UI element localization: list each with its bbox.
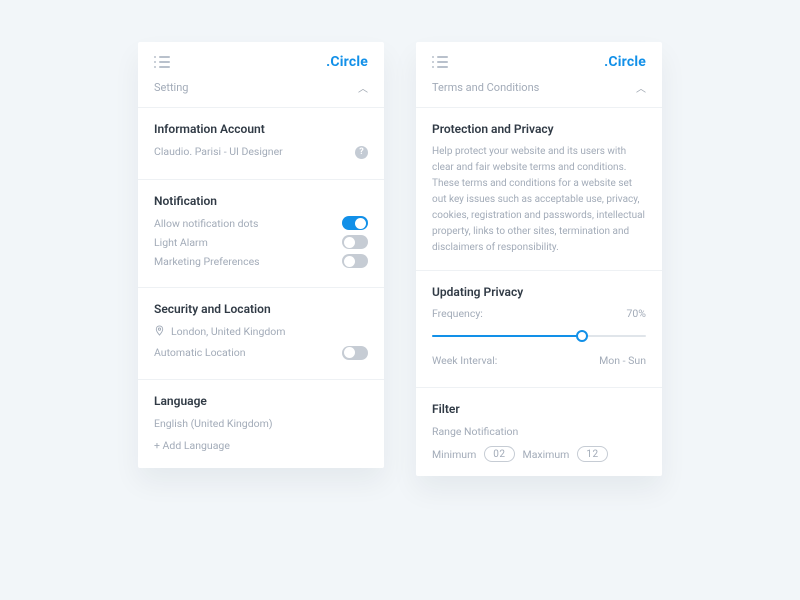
- toggle-auto-location[interactable]: [342, 346, 368, 360]
- notif-row-marketing: Marketing Preferences: [154, 254, 368, 268]
- section-notification: Notification Allow notification dots Lig…: [138, 180, 384, 288]
- toggle-label: Automatic Location: [154, 346, 246, 359]
- location-row: London, United Kingdom: [154, 324, 368, 340]
- minimum-label: Minimum: [432, 448, 476, 461]
- protection-body: Help protect your website and its users …: [432, 144, 646, 256]
- collapse-icon[interactable]: ︿: [636, 80, 646, 95]
- slider-thumb[interactable]: [576, 330, 588, 342]
- section-heading: Protection and Privacy: [432, 122, 646, 136]
- help-icon[interactable]: ?: [355, 146, 368, 159]
- toggle-label: Allow notification dots: [154, 217, 258, 230]
- menu-icon[interactable]: [432, 56, 448, 68]
- terms-card: .Circle Terms and Conditions ︿ Protectio…: [416, 42, 662, 476]
- section-language: Language English (United Kingdom) + Add …: [138, 380, 384, 469]
- filter-range-row: Minimum 02 Maximum 12: [432, 446, 646, 462]
- section-heading: Language: [154, 394, 368, 408]
- toggle-marketing-prefs[interactable]: [342, 254, 368, 268]
- menu-icon[interactable]: [154, 56, 170, 68]
- toggle-allow-dots[interactable]: [342, 216, 368, 230]
- collapse-icon[interactable]: ︿: [358, 80, 368, 95]
- section-heading: Filter: [432, 402, 646, 416]
- location-pin-icon: [154, 324, 165, 340]
- week-value: Mon - Sun: [599, 354, 646, 367]
- section-heading: Security and Location: [154, 302, 368, 316]
- frequency-label: Frequency:: [432, 307, 483, 320]
- brand-logo: .Circle: [326, 54, 368, 70]
- auto-location-row: Automatic Location: [154, 346, 368, 360]
- minimum-input[interactable]: 02: [484, 446, 514, 462]
- toggle-label: Light Alarm: [154, 236, 208, 249]
- section-updating-privacy: Updating Privacy Frequency: 70% Week Int…: [416, 271, 662, 388]
- maximum-label: Maximum: [523, 448, 570, 461]
- slider-track-fill: [432, 335, 582, 337]
- section-protection-privacy: Protection and Privacy Help protect your…: [416, 108, 662, 271]
- frequency-row: Frequency: 70%: [432, 307, 646, 320]
- section-heading: Notification: [154, 194, 368, 208]
- current-language: English (United Kingdom): [154, 416, 368, 432]
- section-security-location: Security and Location London, United Kin…: [138, 288, 384, 379]
- notif-row-allow-dots: Allow notification dots: [154, 216, 368, 230]
- notif-row-light-alarm: Light Alarm: [154, 235, 368, 249]
- section-information-account: Information Account Claudio. Parisi - UI…: [138, 108, 384, 180]
- add-language-button[interactable]: + Add Language: [154, 438, 368, 454]
- section-heading: Information Account: [154, 122, 368, 136]
- maximum-input[interactable]: 12: [577, 446, 607, 462]
- section-heading: Updating Privacy: [432, 285, 646, 299]
- page-title: Setting: [154, 81, 189, 94]
- frequency-value: 70%: [627, 307, 647, 320]
- range-notification-label: Range Notification: [432, 424, 646, 440]
- toggle-label: Marketing Preferences: [154, 255, 260, 268]
- account-name: Claudio. Parisi - UI Designer: [154, 144, 283, 160]
- topbar: .Circle: [416, 42, 662, 76]
- brand-logo: .Circle: [604, 54, 646, 70]
- settings-card: .Circle Setting ︿ Information Account Cl…: [138, 42, 384, 468]
- subheader: Setting ︿: [138, 76, 384, 108]
- subheader: Terms and Conditions ︿: [416, 76, 662, 108]
- location-text: London, United Kingdom: [171, 324, 285, 340]
- topbar: .Circle: [138, 42, 384, 76]
- week-label: Week Interval:: [432, 354, 497, 367]
- section-filter: Filter Range Notification Minimum 02 Max…: [416, 388, 662, 476]
- page-title: Terms and Conditions: [432, 81, 539, 94]
- week-interval-row: Week Interval: Mon - Sun: [432, 354, 646, 367]
- toggle-light-alarm[interactable]: [342, 235, 368, 249]
- frequency-slider[interactable]: [432, 326, 646, 346]
